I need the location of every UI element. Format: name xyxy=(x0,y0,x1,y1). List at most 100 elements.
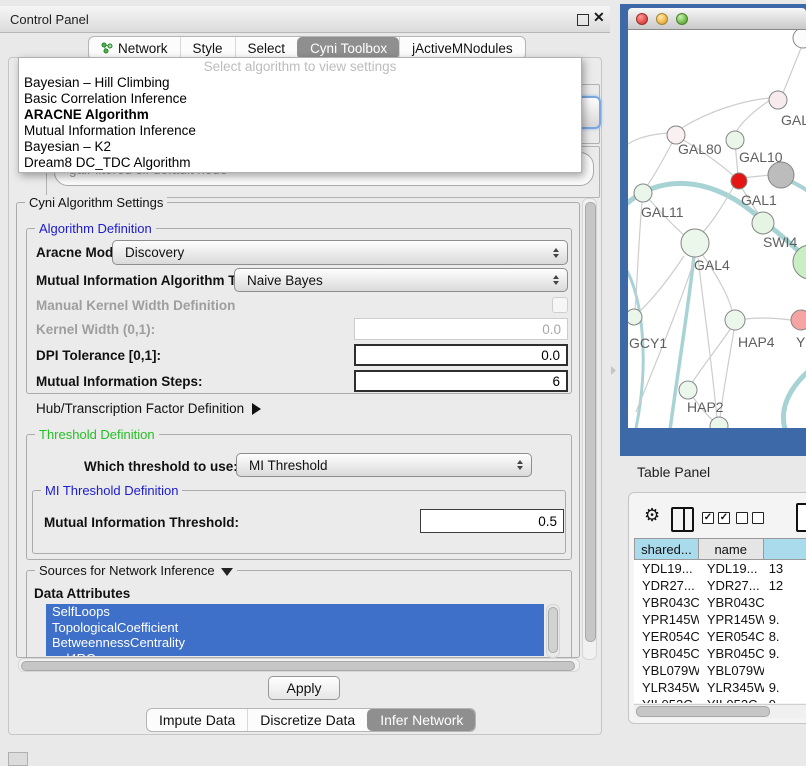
attribute-item[interactable]: TopologicalCoefficient xyxy=(46,620,544,636)
tab-impute-data[interactable]: Impute Data xyxy=(147,709,247,731)
attributes-scrollbar[interactable] xyxy=(546,604,560,658)
gear-icon[interactable]: ⚙ xyxy=(644,505,660,526)
manual-kernel-checkbox[interactable] xyxy=(552,297,568,313)
settings-hscrollbar[interactable] xyxy=(18,658,580,672)
hub-definition-toggle[interactable]: Hub/Transcription Factor Definition xyxy=(36,401,261,416)
table-cell: YLR345W xyxy=(634,679,699,696)
splitpane-handle-icon[interactable] xyxy=(611,366,616,375)
mi-steps-field[interactable]: 6 xyxy=(354,370,568,392)
tab-cyni-toolbox[interactable]: Cyni Toolbox xyxy=(297,37,399,59)
table-cell: YPR145W xyxy=(699,611,764,628)
table-row[interactable]: YBR043CYBR043C xyxy=(634,594,806,611)
which-threshold-combo[interactable]: MI Threshold xyxy=(236,453,532,477)
node-red[interactable] xyxy=(731,173,747,189)
table-cell: YBL079W xyxy=(699,662,764,679)
split-columns-icon[interactable] xyxy=(671,507,694,532)
tab-select[interactable]: Select xyxy=(235,37,298,59)
table-cell: YDR27... xyxy=(699,577,764,594)
network-edge[interactable] xyxy=(646,141,673,187)
network-edge[interactable] xyxy=(745,318,791,320)
table-cell: YBR045C xyxy=(634,645,699,662)
table-row[interactable]: YBR045CYBR045C9. xyxy=(634,645,806,662)
table-row[interactable]: YBL079WYBL079W xyxy=(634,662,806,679)
mi-threshold-field[interactable]: 0.5 xyxy=(420,509,564,533)
hscrollbar-thumb[interactable] xyxy=(21,661,575,671)
table-row[interactable]: YPR145WYPR145W9. xyxy=(634,611,806,628)
node-salmon[interactable] xyxy=(791,310,806,330)
algorithm-option[interactable]: ARACNE Algorithm xyxy=(19,107,581,123)
close-traffic-light-icon[interactable] xyxy=(636,13,648,25)
node-gal-top[interactable] xyxy=(769,91,787,109)
control-panel-titlebar xyxy=(0,6,610,33)
checked-columns-icon[interactable]: ✓✓ xyxy=(702,512,730,524)
node-gal10[interactable] xyxy=(768,162,794,188)
node-top-cut[interactable] xyxy=(793,30,806,48)
attribute-item[interactable]: gal4RGexp xyxy=(46,651,544,657)
mi-threshold-label: Mutual Information Threshold: xyxy=(44,515,239,530)
node-hap4[interactable] xyxy=(725,310,745,330)
network-edge[interactable] xyxy=(628,133,671,152)
table-cell: YBR043C xyxy=(634,594,699,611)
manual-kernel-label: Manual Kernel Width Definition xyxy=(36,298,235,313)
node-green-small[interactable] xyxy=(726,131,744,149)
node-gal1[interactable] xyxy=(752,212,774,234)
sources-group-title[interactable]: Sources for Network Inference xyxy=(35,563,237,578)
tab-discretize-data[interactable]: Discretize Data xyxy=(247,709,367,731)
column-header[interactable] xyxy=(764,538,806,560)
network-edge[interactable] xyxy=(680,98,770,129)
table-row[interactable]: YIL052CYIL052C9. xyxy=(634,696,806,703)
corner-widget[interactable] xyxy=(8,752,28,766)
table-row[interactable]: YLR345WYLR345W9. xyxy=(634,679,806,696)
table-row[interactable]: YDR27...YDR27...12 xyxy=(634,577,806,594)
float-window-icon[interactable] xyxy=(577,14,589,26)
tab-style[interactable]: Style xyxy=(180,37,235,59)
node-gal4[interactable] xyxy=(681,229,709,257)
table-cell: YER054C xyxy=(634,628,699,645)
attribute-item[interactable]: BetweennessCentrality xyxy=(46,635,544,651)
algorithm-option[interactable]: Dream8 DC_TDC Algorithm xyxy=(19,155,581,171)
apply-button[interactable]: Apply xyxy=(268,676,340,700)
tab-network[interactable]: Network xyxy=(89,37,180,59)
vscrollbar-thumb[interactable] xyxy=(585,202,596,642)
node-gal11[interactable] xyxy=(634,184,652,202)
network-edge[interactable] xyxy=(698,258,717,419)
tab-infer-network[interactable]: Infer Network xyxy=(367,709,475,731)
table-hscrollbar-thumb[interactable] xyxy=(636,706,770,717)
minimize-traffic-light-icon[interactable] xyxy=(656,13,668,25)
algorithm-option[interactable]: Mutual Information Inference xyxy=(19,123,581,139)
network-edge[interactable] xyxy=(783,43,803,93)
node-hap2[interactable] xyxy=(679,381,697,399)
kernel-width-field[interactable]: 0.0 xyxy=(354,318,568,340)
threshold-definition-title: Threshold Definition xyxy=(35,427,159,442)
document-icon[interactable] xyxy=(796,503,806,532)
node-gcy1[interactable] xyxy=(628,309,642,325)
algorithm-option[interactable]: Bayesian – Hill Climbing xyxy=(19,75,581,91)
node-bottom-cut[interactable] xyxy=(710,417,728,428)
unchecked-columns-icon[interactable] xyxy=(736,512,764,524)
network-edge[interactable] xyxy=(692,328,731,383)
close-icon[interactable]: ✕ xyxy=(593,9,605,26)
dpi-tolerance-field[interactable]: 0.0 xyxy=(354,344,568,366)
network-canvas[interactable]: GALGAL80GAL10GAL1GAL11SWI4GAL4GCY1HAP4YH… xyxy=(628,30,806,428)
mi-type-combo[interactable]: Naive Bayes xyxy=(234,268,568,292)
network-edge[interactable] xyxy=(736,100,770,132)
network-window-titlebar[interactable] xyxy=(628,8,806,30)
aracne-mode-combo[interactable]: Discovery xyxy=(112,240,568,265)
table-row[interactable]: YDL19...YDL19...13 xyxy=(634,560,806,577)
settings-vscrollbar[interactable] xyxy=(582,198,597,660)
table-row[interactable]: YER054CYER054C8. xyxy=(634,628,806,645)
table-cell: 9. xyxy=(764,679,806,696)
column-header[interactable]: name xyxy=(699,538,764,560)
combo-arrows-icon xyxy=(517,460,523,470)
zoom-traffic-light-icon[interactable] xyxy=(676,13,688,25)
network-edge[interactable] xyxy=(783,362,806,428)
node-label: GAL10 xyxy=(739,149,783,165)
algorithm-option[interactable]: Bayesian – K2 xyxy=(19,139,581,155)
network-edge[interactable] xyxy=(638,256,684,313)
node-label: HAP2 xyxy=(687,399,724,415)
attribute-item[interactable]: SelfLoops xyxy=(46,604,544,620)
algorithm-option[interactable]: Basic Correlation Inference xyxy=(19,91,581,107)
column-header[interactable]: shared... xyxy=(634,538,699,560)
tab-jactivemnodules[interactable]: jActiveMNodules xyxy=(399,37,525,59)
table-cell: YBR045C xyxy=(699,645,764,662)
